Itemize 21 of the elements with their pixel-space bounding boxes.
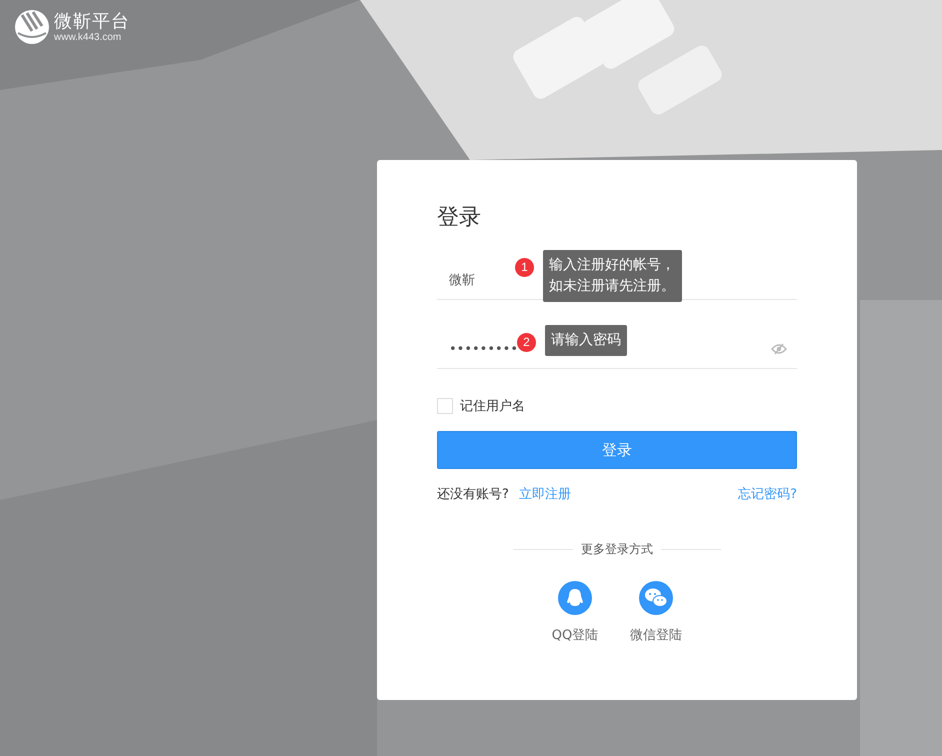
register-link[interactable]: 立即注册 <box>518 485 571 503</box>
social-login-link[interactable]: 微信登陆 <box>630 626 682 644</box>
username-field[interactable]: 微靳 <box>437 265 488 295</box>
penguin-icon[interactable] <box>557 580 593 616</box>
more-login-label: 更多登录方式 <box>581 541 653 558</box>
chat-bubbles-icon[interactable] <box>638 580 674 616</box>
eye-slash-icon[interactable] <box>771 343 787 355</box>
logo-url: www.k443.com <box>54 32 122 42</box>
tooltip: 输入注册好的帐号，如未注册请先注册。 <box>543 250 682 302</box>
logo-icon <box>14 9 50 45</box>
remember-checkbox[interactable] <box>437 398 453 414</box>
social-login-link[interactable]: QQ登陆 <box>552 626 598 644</box>
login-title: 登录 <box>437 204 482 232</box>
tooltip: 请输入密码 <box>545 325 627 356</box>
step-badge: 1 <box>515 258 534 277</box>
logo-name: 微靳平台 <box>54 12 130 32</box>
forgot-password-link[interactable]: 忘记密码? <box>738 485 797 503</box>
remember-label: 记住用户名 <box>460 398 525 415</box>
step-badge: 2 <box>517 333 536 352</box>
no-account-text: 还没有账号? <box>437 486 509 503</box>
login-button[interactable]: 登录 <box>437 431 797 469</box>
